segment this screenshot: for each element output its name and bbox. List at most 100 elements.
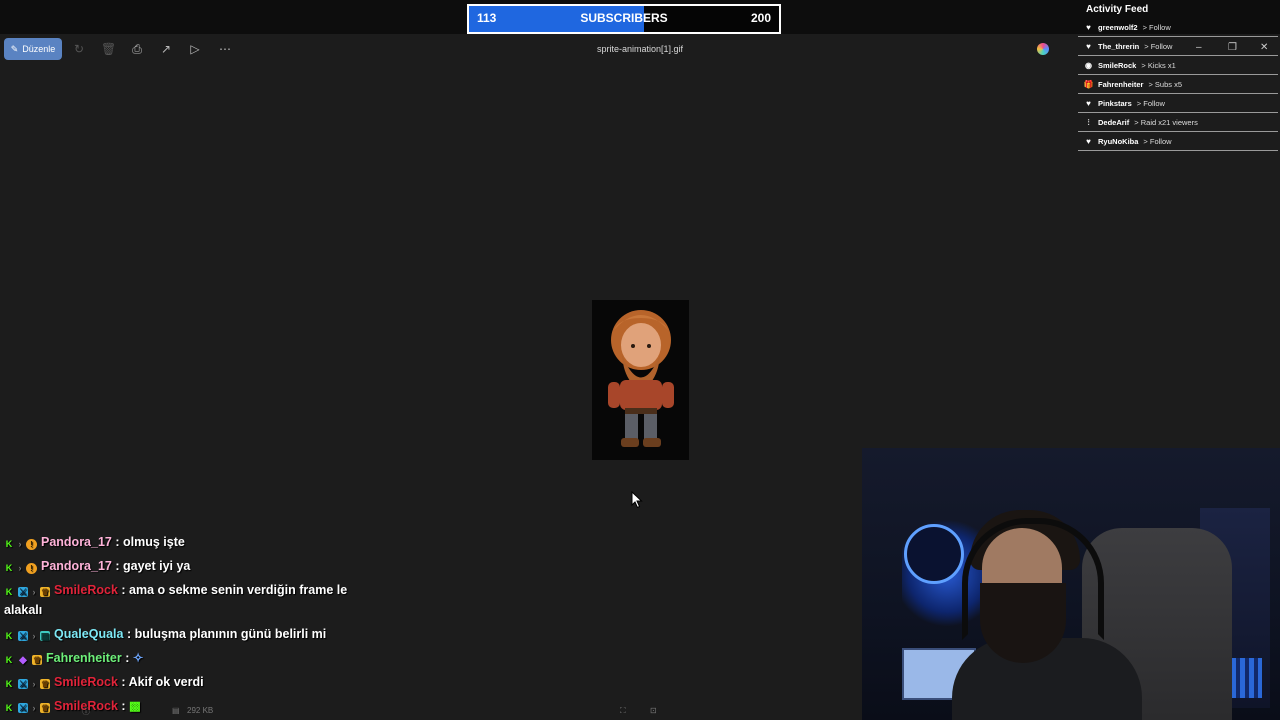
chat-text: ama o sekme senin verdiğin frame le — [129, 583, 348, 597]
moderator-badge-icon: ⚔ — [18, 587, 28, 597]
rotate-icon[interactable]: ↻ — [72, 42, 86, 56]
activity-feed-title: Activity Feed — [1086, 4, 1149, 15]
viewer-status-bar: ⓘ ▤ 292 KB ⛶ ⊡ — [0, 700, 860, 720]
chat-separator: : — [117, 583, 130, 597]
chat-separator: : — [111, 559, 123, 573]
kick-badge-icon: K — [5, 539, 13, 549]
activity-feed-item: ◉ SmileRock > Kicks x1 — [1078, 57, 1278, 75]
activity-feed-item: ♥ greenwolf2 > Follow — [1078, 19, 1278, 37]
separator-icon: › — [18, 539, 22, 549]
close-icon[interactable]: ✕ — [1260, 42, 1268, 53]
chat-text: Akif ok verdi — [128, 675, 204, 689]
separator-icon: › — [18, 563, 22, 573]
chat-separator: : — [117, 675, 129, 689]
minimize-icon[interactable]: – — [1196, 42, 1202, 53]
kick-icon: ◉ — [1085, 61, 1092, 70]
chat-message: K ⚔ › ▦ QualeQuala : buluşma planının günü b… — [4, 624, 326, 644]
chat-username[interactable]: Pandora_17 — [41, 559, 112, 573]
kick-badge-icon: K — [5, 631, 13, 641]
chat-separator: : — [121, 651, 133, 665]
fit-screen-icon[interactable]: ⛶ — [620, 706, 626, 716]
maximize-icon[interactable]: ❐ — [1228, 42, 1237, 53]
kick-badge-icon: K — [5, 679, 13, 689]
subscriber-goal: 113 SUBSCRIBERS 200 — [467, 4, 781, 34]
og-badge-icon: ! — [26, 539, 37, 550]
print-icon[interactable]: ⎙ — [130, 42, 144, 56]
chat-username[interactable]: Pandora_17 — [41, 535, 112, 549]
kick-badge-icon: K — [5, 587, 13, 597]
activity-feed-user: The_threrin — [1098, 42, 1140, 51]
chat-message: K ›! Pandora_17 : olmuş işte — [4, 532, 185, 552]
chat-message: K ⚔ › ♛ SmileRock : ama o sekme senin verdiğ… — [4, 580, 347, 600]
heart-icon: ♥ — [1086, 99, 1091, 108]
edit-button[interactable]: ✎ Düzenle — [4, 38, 62, 60]
activity-feed-user: Pinkstars — [1098, 99, 1132, 108]
goal-target: 200 — [750, 11, 771, 25]
activity-feed-action: > Follow — [1144, 42, 1173, 51]
chat-message: K ›! Pandora_17 : gayet iyi ya — [4, 556, 190, 576]
activity-feed-item: ♥ Pinkstars > Follow — [1078, 95, 1278, 113]
gifter-badge-icon: ◆ — [19, 655, 27, 666]
kick-badge-icon: K — [5, 563, 13, 573]
wall-clock-icon — [904, 524, 964, 584]
slideshow-icon[interactable]: ▷ — [188, 42, 202, 56]
info-icon[interactable]: ⓘ — [82, 706, 90, 717]
copilot-icon[interactable] — [1037, 43, 1049, 55]
chat-message-continuation: alakalı — [4, 603, 43, 617]
activity-feed-action: > Follow — [1143, 137, 1172, 146]
activity-feed-item: 🎁 Fahrenheiter > Subs x5 — [1078, 76, 1278, 94]
subscriber-badge-icon: ♛ — [40, 587, 50, 597]
subscriber-badge-icon: ♛ — [40, 679, 50, 689]
actual-size-icon[interactable]: ⊡ — [650, 706, 657, 715]
character-sprite — [608, 310, 674, 447]
heart-icon: ♥ — [1086, 42, 1091, 51]
goal-label: SUBSCRIBERS — [580, 11, 668, 25]
activity-feed-user: SmileRock — [1098, 61, 1137, 70]
activity-feed: Activity Feed ♥ greenwolf2 > Follow ♥ The_th… — [1076, 0, 1280, 160]
activity-feed-item: ⫶ DedeArif > Raid x21 viewers — [1078, 114, 1278, 132]
more-options-icon[interactable]: ⋯ — [218, 42, 232, 56]
edit-icon: ✎ — [10, 43, 19, 54]
chat-username[interactable]: SmileRock — [54, 583, 118, 597]
moderator-badge-icon: ⚔ — [18, 679, 28, 689]
headset-icon — [962, 518, 1104, 640]
chat-username[interactable]: SmileRock — [54, 675, 118, 689]
activity-feed-user: RyuNoKiba — [1098, 137, 1139, 146]
activity-feed-action: > Raid x21 viewers — [1134, 118, 1198, 127]
separator-icon: › — [32, 587, 36, 597]
kick-badge-icon: K — [5, 655, 13, 665]
chat-separator: : — [123, 627, 135, 641]
delete-icon[interactable]: 🗑 — [101, 42, 116, 56]
activity-feed-action: > Subs x5 — [1148, 80, 1183, 89]
heart-icon: ♥ — [1086, 23, 1091, 32]
chat-text: olmuş işte — [122, 535, 185, 549]
chat-username[interactable]: QualeQuala — [54, 627, 123, 641]
webcam-overlay — [862, 448, 1280, 720]
file-size-icon: ▤ — [172, 706, 180, 715]
separator-icon: › — [32, 631, 36, 641]
mouse-cursor-icon — [631, 491, 643, 509]
viewer-toolbar: ✎ Düzenle ↻ 🗑 ⎙ ↗ ▷ ⋯ sprite-animation[1… — [0, 34, 1076, 64]
activity-feed-item: ♥ The_threrin > Follow — [1078, 38, 1278, 56]
og-badge-icon: ! — [26, 563, 37, 574]
activity-feed-action: > Kicks x1 — [1141, 61, 1176, 70]
chat-emote: ✧ — [132, 651, 144, 665]
moderator-badge-icon: ⚔ — [18, 631, 28, 641]
chat-username[interactable]: Fahrenheiter — [46, 651, 122, 665]
activity-feed-action: > Follow — [1136, 99, 1165, 108]
chat-text: buluşma planının günü belirli mi — [134, 627, 327, 641]
activity-feed-user: DedeArif — [1098, 118, 1130, 127]
activity-feed-action: > Follow — [1142, 23, 1171, 32]
activity-feed-user: greenwolf2 — [1098, 23, 1138, 32]
file-size: 292 KB — [187, 706, 214, 715]
activity-feed-user: Fahrenheiter — [1098, 80, 1144, 89]
chat-message: K ◆ ♛ Fahrenheiter : ✧ — [4, 648, 144, 668]
chat-message: K ⚔ › ♛ SmileRock : Akif ok verdi — [4, 672, 204, 692]
subscriber-badge-icon: ♛ — [32, 655, 42, 665]
heart-icon: ♥ — [1086, 137, 1091, 146]
raid-icon: ⫶ — [1087, 117, 1090, 127]
share-icon[interactable]: ↗ — [159, 42, 173, 56]
edit-button-label: Düzenle — [22, 44, 56, 54]
file-name: sprite-animation[1].gif — [596, 44, 684, 54]
separator-icon: › — [32, 679, 36, 689]
